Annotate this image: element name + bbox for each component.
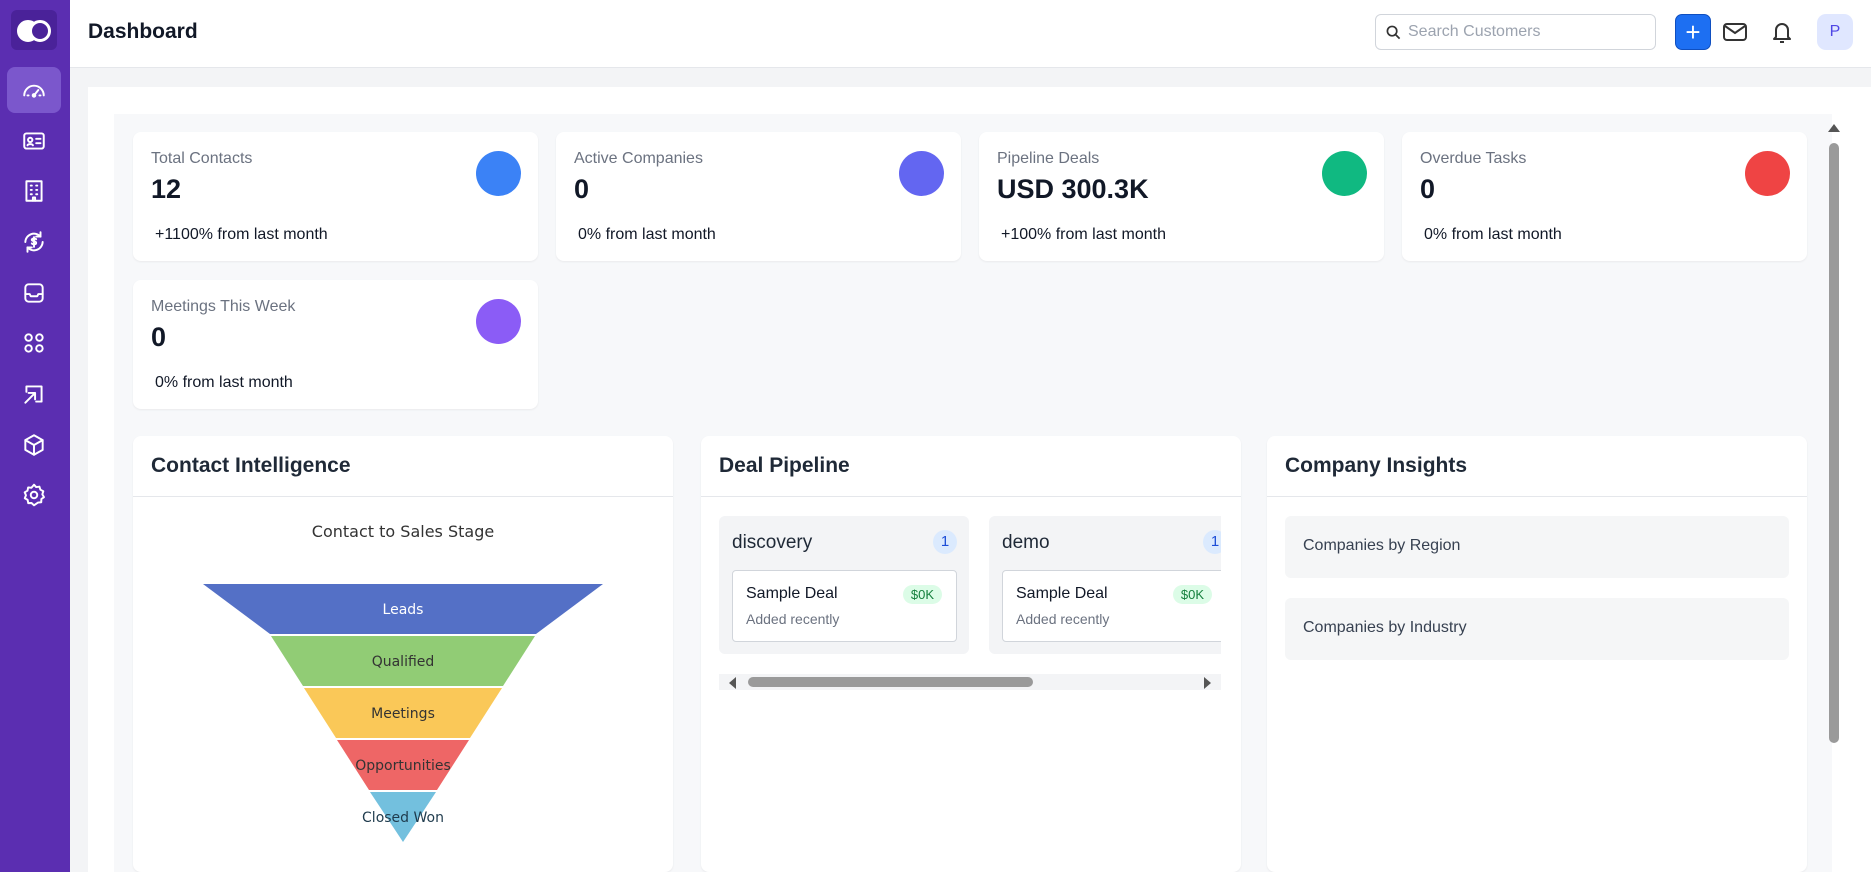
funnel-label-opportunities: Opportunities (355, 758, 451, 774)
dollar-cycle-icon (24, 231, 44, 253)
user-avatar[interactable]: P (1817, 14, 1853, 50)
stat-label: Total Contacts (151, 150, 253, 167)
deal-subtitle: Added recently (746, 611, 840, 627)
deal-card[interactable]: Sample Deal $0K Added recently (1002, 570, 1221, 642)
import-icon (24, 385, 43, 404)
gauge-icon (23, 84, 45, 98)
stat-card-meetings[interactable]: Meetings This Week 0 0% from last month (133, 280, 538, 409)
deal-card[interactable]: Sample Deal $0K Added recently (732, 570, 957, 642)
stat-card-active-companies[interactable]: Active Companies 0 0% from last month (556, 132, 961, 261)
scroll-right-icon[interactable] (1204, 677, 1211, 689)
horizontal-scrollbar[interactable] (719, 674, 1221, 690)
nav-dashboard[interactable] (7, 67, 61, 113)
search-box[interactable] (1375, 14, 1656, 50)
stat-change: 0% from last month (578, 226, 716, 243)
nav-products[interactable] (7, 422, 61, 468)
stat-label: Overdue Tasks (1420, 150, 1527, 167)
box-icon (24, 434, 44, 456)
mail-icon[interactable] (1720, 17, 1750, 47)
scroll-thumb[interactable] (1829, 143, 1839, 743)
funnel-chart: Leads Qualified Meetings Opportunities C… (203, 584, 603, 842)
building-icon (25, 180, 43, 202)
stat-label: Pipeline Deals (997, 150, 1100, 167)
scroll-up-icon[interactable] (1828, 124, 1840, 132)
nav-settings[interactable] (7, 472, 61, 518)
column-count-badge: 1 (933, 530, 957, 554)
contact-intelligence-widget: Contact Intelligence Contact to Sales St… (133, 436, 673, 872)
id-card-icon (23, 132, 45, 150)
stat-card-pipeline-deals[interactable]: Pipeline Deals USD 300.3K +100% from las… (979, 132, 1384, 261)
nav-import[interactable] (7, 371, 61, 417)
stat-change: +100% from last month (1001, 226, 1166, 243)
pipeline-board: discovery 1 Sample Deal $0K Added recent… (719, 436, 1221, 676)
stat-dot-icon (476, 299, 521, 344)
deal-pipeline-widget: Deal Pipeline discovery 1 Sample Deal $0… (701, 436, 1241, 872)
stat-value: USD 300.3K (997, 174, 1149, 204)
funnel-label-leads: Leads (383, 602, 424, 618)
funnel-label-closed-won: Closed Won (362, 810, 444, 826)
sidebar (0, 0, 70, 872)
deal-subtitle: Added recently (1016, 611, 1110, 627)
deal-name: Sample Deal (1016, 585, 1108, 602)
stat-value: 0 (151, 322, 167, 352)
search-icon (1386, 25, 1401, 40)
stat-label: Meetings This Week (151, 298, 296, 315)
column-count-badge: 1 (1203, 530, 1221, 554)
stat-change: 0% from last month (155, 374, 293, 391)
widget-title: Company Insights (1285, 454, 1468, 477)
pipeline-column-discovery: discovery 1 Sample Deal $0K Added recent… (719, 516, 969, 654)
stat-card-total-contacts[interactable]: Total Contacts 12 +1100% from last month (133, 132, 538, 261)
stat-value: 0 (1420, 174, 1436, 204)
gear-icon (23, 483, 45, 507)
nav-apps[interactable] (7, 320, 61, 366)
pipeline-column-demo: demo 1 Sample Deal $0K Added recently (989, 516, 1221, 654)
add-button[interactable]: + (1675, 14, 1711, 50)
scroll-thumb[interactable] (748, 677, 1033, 687)
stat-change: 0% from last month (1424, 226, 1562, 243)
column-name: demo (1002, 532, 1050, 553)
nav-inbox[interactable] (7, 270, 61, 316)
scroll-left-icon[interactable] (729, 677, 736, 689)
app-logo[interactable] (11, 10, 57, 50)
deal-value-badge: $0K (1172, 585, 1212, 604)
divider (1267, 496, 1807, 497)
deal-value-badge: $0K (902, 585, 942, 604)
nav-contacts[interactable] (7, 118, 61, 164)
stat-dot-icon (899, 151, 944, 196)
nav-deals[interactable] (7, 219, 61, 265)
insight-companies-by-industry[interactable]: Companies by Industry (1285, 598, 1789, 660)
stat-dot-icon (1322, 151, 1367, 196)
stat-label: Active Companies (574, 150, 703, 167)
stat-card-overdue-tasks[interactable]: Overdue Tasks 0 0% from last month (1402, 132, 1807, 261)
deal-name: Sample Deal (746, 585, 838, 602)
command-icon (24, 333, 44, 353)
vertical-scrollbar[interactable] (1827, 120, 1841, 872)
nav-companies[interactable] (7, 168, 61, 214)
funnel-label-meetings: Meetings (371, 706, 435, 722)
inbox-icon (24, 283, 44, 303)
company-insights-widget: Company Insights Companies by Region Com… (1267, 436, 1807, 872)
funnel-label-qualified: Qualified (372, 654, 435, 670)
insight-companies-by-region[interactable]: Companies by Region (1285, 516, 1789, 578)
column-name: discovery (732, 532, 813, 553)
stat-value: 12 (151, 174, 182, 204)
stat-dot-icon (476, 151, 521, 196)
stat-value: 0 (574, 174, 590, 204)
insight-label: Companies by Industry (1303, 619, 1467, 636)
stat-change: +1100% from last month (155, 226, 328, 243)
search-input[interactable] (1408, 20, 1648, 44)
bell-icon[interactable] (1767, 17, 1797, 47)
stat-dot-icon (1745, 151, 1790, 196)
top-bar: Dashboard + P (70, 0, 1871, 68)
page-title: Dashboard (88, 20, 198, 43)
insight-label: Companies by Region (1303, 537, 1461, 554)
